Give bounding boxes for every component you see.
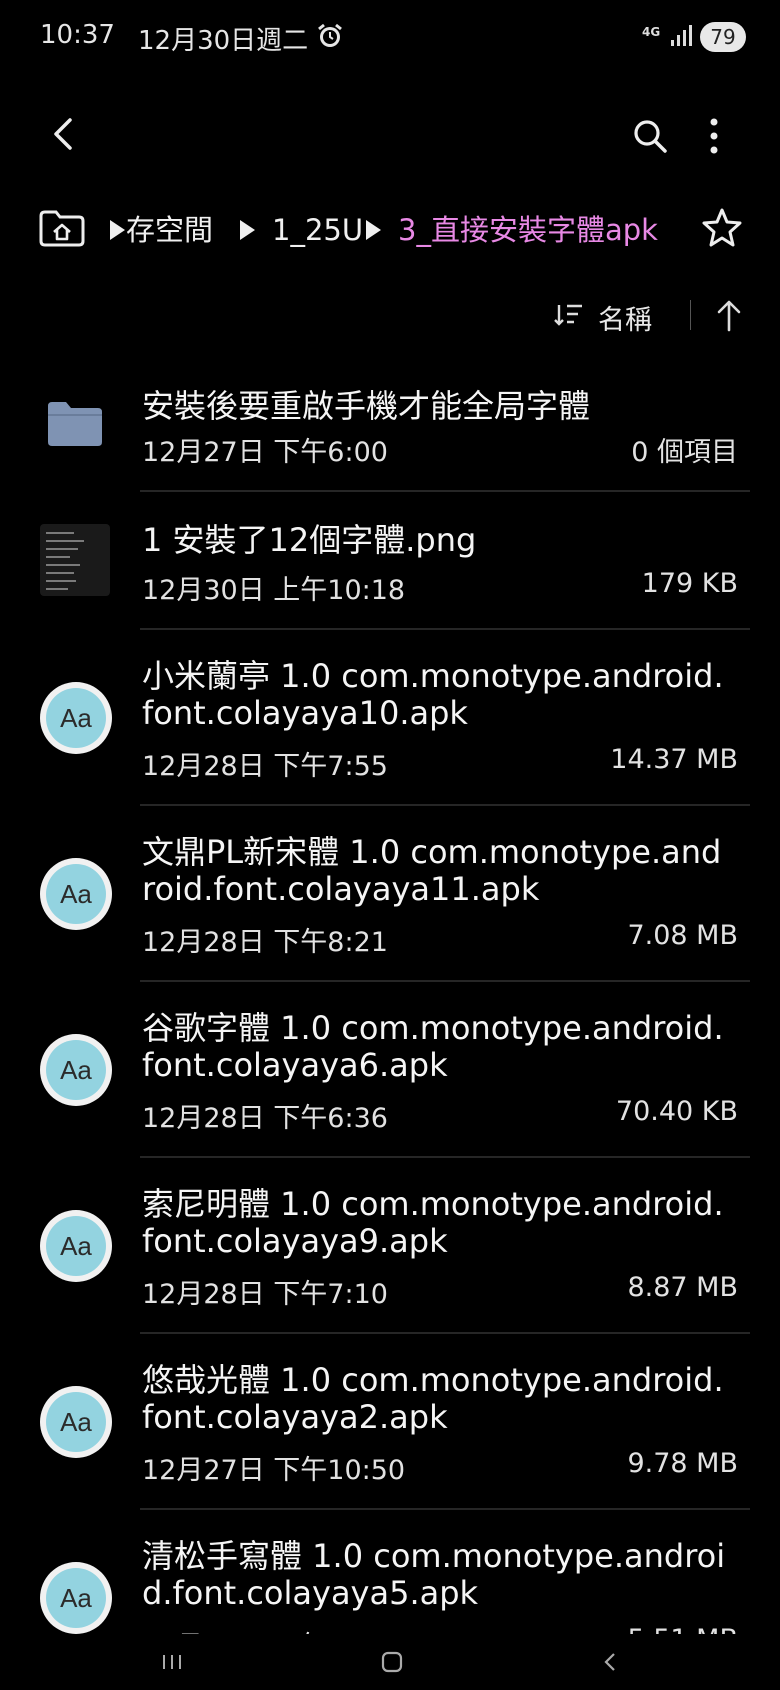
font-apk-icon: Aa — [40, 1210, 112, 1282]
file-date: 12月28日 下午6:36 — [142, 1103, 388, 1134]
recents-icon — [163, 1655, 181, 1669]
font-apk-icon: Aa — [40, 682, 112, 754]
back-button[interactable] — [36, 106, 92, 162]
file-date: 12月28日 下午8:21 — [142, 927, 388, 958]
breadcrumb-separator-icon — [366, 220, 381, 240]
search-icon — [634, 120, 667, 153]
file-name: 1 安裝了12個字體.png — [142, 521, 477, 559]
sort-label[interactable]: 名稱 — [598, 298, 652, 337]
file-name: 安裝後要重啟手機才能全局字體 — [142, 387, 591, 425]
battery-indicator: 79 — [700, 22, 746, 52]
list-item[interactable]: Aa 文鼎PL新宋體 1.0 com.monotype.android.font… — [0, 806, 780, 982]
more-vert-icon — [710, 118, 718, 154]
file-name: 悠哉光體 1.0 com.monotype.android.font.colay… — [142, 1361, 724, 1436]
file-size: 7.08 MB — [627, 920, 738, 951]
file-date: 12月28日 下午7:55 — [142, 751, 388, 782]
file-date: 12月28日 下午7:10 — [142, 1279, 388, 1310]
breadcrumb-separator-icon — [240, 220, 255, 240]
system-back-button[interactable] — [580, 1642, 640, 1682]
file-size: 0 個項目 — [631, 437, 738, 468]
star-icon[interactable] — [700, 206, 744, 250]
more-options-button[interactable] — [688, 106, 740, 166]
list-item[interactable]: Aa 索尼明體 1.0 com.monotype.android.font.co… — [0, 1158, 780, 1334]
home-icon — [381, 1651, 403, 1673]
back-arrow-icon — [54, 118, 72, 150]
file-date: 12月27日 下午6:00 — [142, 437, 388, 468]
breadcrumb-item-current[interactable]: 3_直接安裝字體apk — [398, 212, 658, 248]
file-name: 谷歌字體 1.0 com.monotype.android.font.colay… — [142, 1009, 724, 1084]
file-name: 小米蘭亭 1.0 com.monotype.android.font.colay… — [142, 657, 724, 732]
list-item[interactable]: Aa 清松手寫體 1.0 com.monotype.android.font.c… — [0, 1510, 780, 1634]
home-folder-icon[interactable] — [38, 208, 86, 248]
list-item[interactable]: 安裝後要重啟手機才能全局字體 12月27日 下午6:00 0 個項目 — [0, 370, 780, 492]
file-size: 179 KB — [641, 568, 738, 599]
alarm-icon — [318, 23, 342, 47]
list-item[interactable]: Aa 小米蘭亭 1.0 com.monotype.android.font.co… — [0, 630, 780, 806]
status-date: 12月30日週二 — [138, 26, 309, 56]
font-apk-icon: Aa — [40, 1386, 112, 1458]
font-apk-icon: Aa — [40, 1562, 112, 1634]
status-time: 10:37 — [40, 20, 115, 50]
file-size: 8.87 MB — [627, 1272, 738, 1303]
list-item[interactable]: 1 安裝了12個字體.png 12月30日 上午10:18 179 KB — [0, 492, 780, 630]
navigation-bar — [0, 1634, 780, 1690]
font-apk-icon: Aa — [40, 1034, 112, 1106]
back-icon — [604, 1653, 615, 1671]
arrow-up-icon[interactable] — [714, 298, 744, 332]
list-item[interactable]: Aa 悠哉光體 1.0 com.monotype.android.font.co… — [0, 1334, 780, 1510]
image-thumbnail — [40, 524, 110, 596]
recents-button[interactable] — [142, 1642, 202, 1682]
breadcrumb-item-storage[interactable]: 存空間 — [126, 212, 213, 248]
file-name: 清松手寫體 1.0 com.monotype.android.font.cola… — [142, 1537, 726, 1612]
breadcrumb-item-folder[interactable]: 1_25U — [272, 212, 363, 248]
breadcrumb: 存空間 1_25U 3_直接安裝字體apk — [0, 196, 780, 266]
file-list: 安裝後要重啟手機才能全局字體 12月27日 下午6:00 0 個項目 1 安裝了… — [0, 370, 780, 1634]
file-size: 14.37 MB — [610, 744, 738, 775]
breadcrumb-separator-icon — [110, 220, 125, 240]
search-button[interactable] — [620, 106, 680, 166]
file-date: 12月27日 下午10:50 — [142, 1455, 406, 1486]
file-size: 5.51 MB — [627, 1624, 738, 1634]
app-bar — [0, 76, 780, 196]
signal-icon — [671, 25, 692, 46]
file-size: 9.78 MB — [627, 1448, 738, 1479]
home-button[interactable] — [362, 1642, 422, 1682]
sort-icon[interactable] — [554, 302, 584, 328]
font-apk-icon: Aa — [40, 858, 112, 930]
file-name: 索尼明體 1.0 com.monotype.android.font.colay… — [142, 1185, 724, 1260]
file-name: 文鼎PL新宋體 1.0 com.monotype.android.font.co… — [142, 833, 722, 908]
folder-icon — [48, 402, 102, 446]
file-date: 12月30日 上午10:18 — [142, 575, 406, 606]
status-bar: 10:37 12月30日週二 4G 79 — [0, 0, 780, 76]
file-size: 70.40 KB — [615, 1096, 738, 1127]
sort-bar: 名稱 — [0, 290, 780, 342]
file-date: 12月28日 下午1:43 — [142, 1624, 388, 1634]
list-item[interactable]: Aa 谷歌字體 1.0 com.monotype.android.font.co… — [0, 982, 780, 1158]
sort-divider — [690, 300, 691, 330]
network-type: 4G — [642, 25, 661, 39]
